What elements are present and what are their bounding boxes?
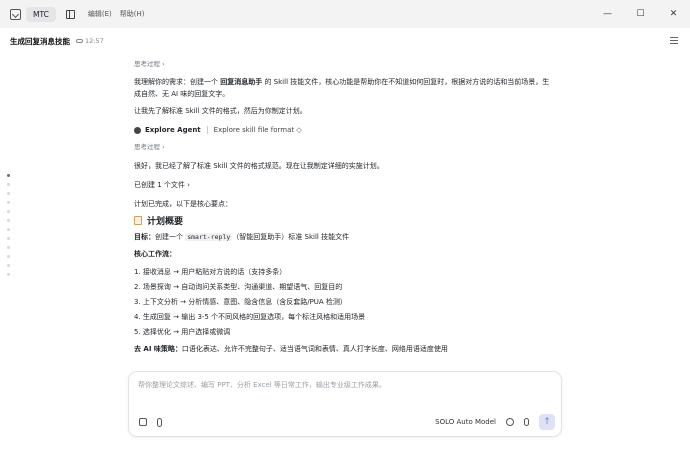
- flow-heading: 核心工作流：: [134, 250, 176, 258]
- message-navigator: [7, 174, 10, 282]
- send-button[interactable]: ↑: [539, 414, 555, 430]
- agent-row[interactable]: Explore Agent Explore skill file format …: [134, 123, 554, 137]
- input-actions: SOLO Auto Model ↑: [435, 414, 555, 430]
- plan-title: 计划概要: [147, 217, 184, 227]
- message-paragraph: 我理解你的需求：创建一个 回复消息助手 的 Skill 技能文件，核心功能是帮助…: [134, 78, 550, 98]
- minimize-button[interactable]: —: [591, 0, 624, 28]
- thinking-toggle[interactable]: 思考过程 ›: [134, 58, 554, 70]
- nav-dot[interactable]: [7, 201, 10, 204]
- nav-dot[interactable]: [7, 264, 10, 267]
- nav-dot[interactable]: [7, 255, 10, 258]
- nav-dot[interactable]: [7, 174, 10, 177]
- menu-edit[interactable]: 编辑(E): [88, 9, 112, 19]
- agent-icon: [134, 126, 141, 134]
- nav-dot[interactable]: [7, 228, 10, 231]
- window-controls: — ☐ ✕: [591, 0, 690, 28]
- assistant-message: 思考过程 › 我理解你的需求：创建一个 回复消息助手 的 Skill 技能文件，…: [134, 56, 554, 355]
- thinking-toggle[interactable]: 思考过程 ›: [134, 141, 554, 153]
- chat-mode-icon[interactable]: [506, 418, 514, 426]
- cloud-icon: [76, 39, 83, 43]
- attachment-icon[interactable]: [157, 418, 162, 427]
- flow-step: 2. 场景探询 → 自动询问关系类型、沟通渠道、期望语气、回复目的: [134, 283, 343, 291]
- app-name-button[interactable]: MTC: [26, 6, 56, 22]
- message-paragraph: 计划已完成，以下是核心要点：: [134, 200, 232, 208]
- microphone-icon[interactable]: [524, 418, 529, 426]
- flow-step: 4. 生成回复 → 输出 3-5 个不同风格的回复选项，每个标注风格和适用场景: [134, 313, 366, 321]
- divider: [206, 126, 208, 134]
- agent-task[interactable]: Explore skill file format ◇: [214, 126, 302, 134]
- nav-dot[interactable]: [7, 237, 10, 240]
- flow-step: 3. 上下文分析 → 分析情感、意图、隐含信息（含反套路/PUA 检测）: [134, 298, 347, 306]
- nav-dot[interactable]: [7, 273, 10, 276]
- nav-dot[interactable]: [7, 183, 10, 186]
- nav-dot[interactable]: [7, 219, 10, 222]
- goal-line: 目标：创建一个 smart-reply （智能回复助手）标准 Skill 技能文件: [134, 233, 350, 241]
- strategy-line: 去 AI 味策略：口语化表达、允许不完整句子、适当语气词和表情、真人打字长度、网…: [134, 345, 448, 353]
- title-bar: MTC 编辑(E) 帮助(H) — ☐ ✕: [0, 0, 690, 28]
- flow-step: 1. 接收消息 → 用户粘贴对方说的话（支持多条）: [134, 268, 287, 276]
- created-files-link[interactable]: 已创建 1 个文件 ›: [134, 179, 554, 191]
- conversation-header: 生成回复消息技能 12:57: [0, 28, 690, 54]
- maximize-button[interactable]: ☐: [624, 0, 657, 28]
- input-tools: [139, 418, 162, 427]
- model-selector[interactable]: SOLO Auto Model: [435, 418, 496, 426]
- app-logo-icon: [10, 8, 21, 20]
- message-paragraph: 很好，我已经了解了标准 Skill 文件的格式规范。现在让我制定详细的实施计划。: [134, 162, 384, 170]
- message-paragraph: 让我先了解标准 Skill 文件的格式，然后为你制定计划。: [134, 107, 307, 115]
- sidebar-toggle-icon[interactable]: [65, 9, 75, 19]
- nav-dot[interactable]: [7, 192, 10, 195]
- nav-dot[interactable]: [7, 210, 10, 213]
- document-icon: [134, 216, 142, 225]
- plan-heading: 计划概要: [134, 214, 554, 227]
- chat-input[interactable]: 帮你整理论文综述、编写 PPT、分析 Excel 等日常工作，输出专业级工作成果…: [138, 380, 386, 390]
- conversation-time: 12:57: [85, 37, 104, 45]
- close-button[interactable]: ✕: [657, 0, 690, 28]
- conversation-title: 生成回复消息技能: [10, 36, 70, 46]
- flow-step: 5. 选择优化 → 用户选择或微调: [134, 328, 231, 336]
- panel-toggle-icon[interactable]: [670, 37, 678, 44]
- nav-dot[interactable]: [7, 246, 10, 249]
- menu-help[interactable]: 帮助(H): [120, 9, 145, 19]
- agent-name: Explore Agent: [145, 126, 201, 134]
- edit-icon[interactable]: [139, 418, 147, 426]
- chat-input-box[interactable]: 帮你整理论文综述、编写 PPT、分析 Excel 等日常工作，输出专业级工作成果…: [128, 371, 562, 437]
